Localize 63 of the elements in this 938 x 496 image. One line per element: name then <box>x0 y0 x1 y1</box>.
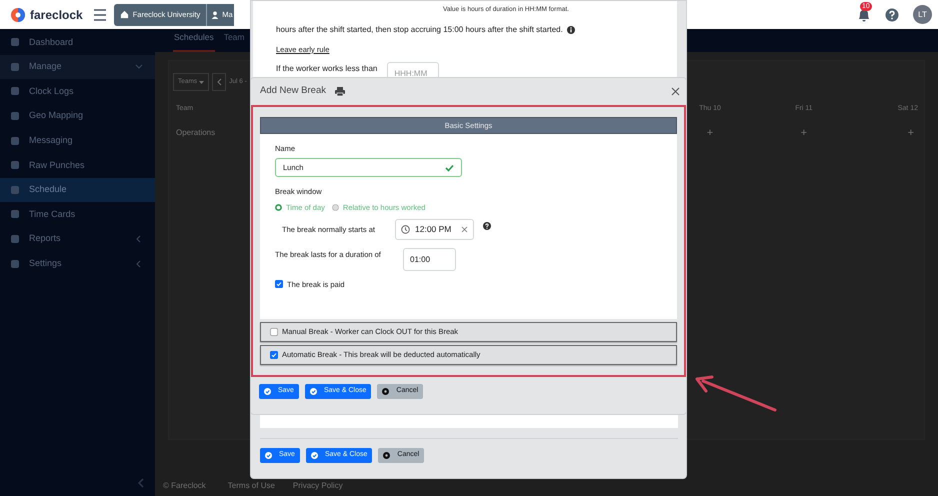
add-shift-button[interactable]: + <box>850 124 920 142</box>
check-circle-icon <box>310 452 318 459</box>
logo-text: fareclock <box>30 6 83 24</box>
close-icon[interactable] <box>671 87 680 96</box>
sidebar-item[interactable]: Schedule <box>0 178 155 202</box>
chevron-icon <box>135 235 143 244</box>
menu-item-icon <box>11 87 19 96</box>
menu-item-icon <box>11 186 19 194</box>
menu-item-icon <box>11 62 19 71</box>
chevron-icon <box>135 62 143 71</box>
menu-item-icon <box>11 112 19 120</box>
check-circle-icon <box>264 388 271 395</box>
checkbox[interactable] <box>275 280 283 288</box>
print-icon[interactable] <box>335 87 346 96</box>
table-cell-text: Operations <box>175 127 216 139</box>
sidebar-item[interactable]: Geo Mapping <box>0 104 155 128</box>
checkbox[interactable] <box>270 351 278 359</box>
duration-field[interactable]: 01:00 <box>403 248 456 271</box>
cancel-icon <box>382 388 390 395</box>
footer-link[interactable]: Privacy Policy <box>292 480 343 492</box>
sidebar-item[interactable]: Settings <box>0 251 155 276</box>
cancel-icon <box>383 452 390 459</box>
home-icon <box>120 10 129 19</box>
dialog-title: Add New Break <box>260 84 326 98</box>
tab[interactable]: Team <box>222 31 246 52</box>
sidebar-item[interactable]: Manage <box>0 54 155 80</box>
menu-item-icon <box>11 38 19 46</box>
menu-item-icon <box>11 161 19 170</box>
menu-item-icon <box>11 260 19 268</box>
sidebar-item[interactable]: Reports <box>0 226 155 252</box>
chevron-icon <box>216 78 222 86</box>
time-field[interactable]: 12:00 PM <box>395 218 474 240</box>
copyright-text: © Fareclock <box>163 480 206 492</box>
previous-button[interactable] <box>212 73 226 91</box>
clear-icon[interactable] <box>461 226 468 233</box>
sidebar-item[interactable]: Clock Logs <box>0 79 155 104</box>
sidebar-item[interactable]: Raw Punches <box>0 152 155 178</box>
add-shift-button[interactable]: + <box>756 124 851 142</box>
checkbox[interactable] <box>270 328 278 336</box>
check-circle-icon <box>265 452 272 459</box>
sidebar-item[interactable]: Time Cards <box>0 202 155 227</box>
check-icon <box>445 164 454 172</box>
check-circle-icon <box>310 388 317 395</box>
person-icon <box>211 10 220 18</box>
caret-icon <box>199 80 204 84</box>
chevron-icon <box>135 260 143 268</box>
field-label: If the worker works less than <box>276 63 378 75</box>
bell-icon[interactable] <box>857 8 871 22</box>
help-icon[interactable] <box>483 222 491 230</box>
clock-icon <box>401 224 410 234</box>
menu-item-icon <box>11 235 19 244</box>
rule-text: hours after the shift started, then stop accruing 15:00 hours after the shift started. <box>276 24 563 36</box>
info-icon <box>566 26 575 34</box>
help-icon[interactable] <box>885 8 899 22</box>
tab[interactable]: Schedules <box>173 31 215 52</box>
sidebar-item[interactable]: Dashboard <box>0 30 155 55</box>
menu-item-icon <box>11 136 19 145</box>
user-avatar[interactable]: LT <box>913 5 932 24</box>
logo-icon <box>10 6 26 22</box>
menu-icon[interactable] <box>92 8 107 22</box>
menu-item-icon <box>11 210 19 218</box>
sidebar-item[interactable]: Messaging <box>0 128 155 153</box>
footer-link[interactable]: Terms of Use <box>228 480 275 492</box>
